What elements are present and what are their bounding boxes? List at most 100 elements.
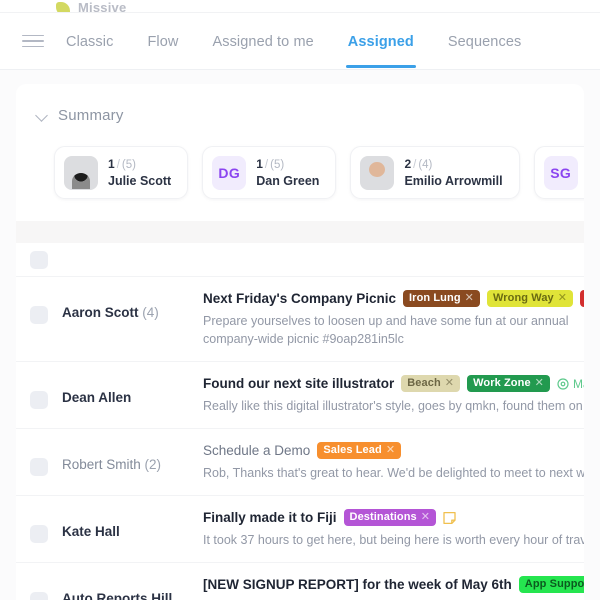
count-current: 1 xyxy=(256,157,263,171)
row-subject: Next Friday's Company Picnic xyxy=(203,290,397,306)
sender-name: Robert Smith xyxy=(62,457,141,472)
conversation-list: Aaron Scott (4) Next Friday's Company Pi… xyxy=(16,243,584,600)
row-checkbox[interactable] xyxy=(30,525,48,543)
count-total: (4) xyxy=(418,159,433,171)
tag-iron-lung[interactable]: Iron Lung ✕ xyxy=(403,290,480,307)
note-icon[interactable] xyxy=(443,511,456,525)
sender-name: Dean Allen xyxy=(62,390,132,405)
row-checkbox[interactable] xyxy=(30,592,48,600)
summary-card-list: 1/(5) Julie Scott DG 1/(5) Dan Green 2 /… xyxy=(16,128,584,221)
count-separator: / xyxy=(264,159,269,171)
table-row[interactable]: Dean Allen Found our next site illustrat… xyxy=(16,362,584,429)
summary-card-emilio-arrowmill[interactable]: 2/(4) Emilio Arrowmill xyxy=(350,146,520,199)
tag-label: App Support xyxy=(524,577,584,590)
row-checkbox[interactable] xyxy=(30,306,48,324)
tag-remove-icon[interactable]: ✕ xyxy=(535,377,544,389)
tag-beach[interactable]: Beach ✕ xyxy=(401,375,461,392)
summary-card-support-group[interactable]: SG 1/(3) Support Group xyxy=(533,146,584,199)
leaf-logo-icon xyxy=(56,2,70,12)
tag-remove-icon[interactable]: ✕ xyxy=(465,292,474,304)
table-row[interactable]: Aaron Scott (4) Next Friday's Company Pi… xyxy=(16,277,584,362)
row-sender: Aaron Scott (4) xyxy=(48,305,203,320)
subject-line: [NEW SIGNUP REPORT] for the week of May … xyxy=(203,575,584,594)
row-preview: Prepare yourselves to loosen up and have… xyxy=(203,314,569,346)
tab-assigned[interactable]: Assigned xyxy=(345,16,416,68)
list-header xyxy=(16,243,584,277)
row-body: Schedule a Demo Sales Lead ✕ Rob, Thanks … xyxy=(203,441,584,482)
tag-label: Destinations xyxy=(349,510,417,523)
tag-sales-lead[interactable]: Sales Lead ✕ xyxy=(317,442,402,459)
row-subject: Finally made it to Fiji xyxy=(203,509,337,525)
avatar xyxy=(360,155,395,190)
summary-title: Summary xyxy=(58,106,124,124)
count-current: 1 xyxy=(108,157,115,171)
tag-tomato[interactable]: Tomato✕ xyxy=(580,290,584,307)
row-subject: [NEW SIGNUP REPORT] for the week of May … xyxy=(203,576,512,592)
count-total: (5) xyxy=(270,159,285,171)
row-subject: Schedule a Demo xyxy=(203,442,311,458)
summary-card-dan-green[interactable]: DG 1/(5) Dan Green xyxy=(202,146,337,199)
brand-name: Missive xyxy=(78,0,127,12)
assignment-counts: 1/(5) xyxy=(108,158,171,172)
tag-remove-icon[interactable]: ✕ xyxy=(558,292,567,304)
count-current: 2 xyxy=(404,157,412,171)
row-body: Found our next site illustrator Beach ✕ W… xyxy=(203,374,584,415)
tab-classic[interactable]: Classic xyxy=(66,16,113,67)
section-divider xyxy=(16,221,584,243)
tag-label: Iron Lung xyxy=(409,291,461,304)
avatar xyxy=(64,155,98,190)
row-body: Next Friday's Company Picnic Iron Lung ✕ … xyxy=(203,289,584,348)
tag-label: Sales Lead xyxy=(323,443,382,456)
subject-line: Next Friday's Company Picnic Iron Lung ✕ … xyxy=(203,289,584,308)
chevron-down-icon[interactable] xyxy=(36,109,48,121)
sender-name: Aaron Scott xyxy=(62,305,139,320)
select-all-checkbox[interactable] xyxy=(30,250,48,269)
row-checkbox[interactable] xyxy=(30,458,48,476)
table-row[interactable]: Kate Hall Finally made it to Fiji Destin… xyxy=(16,496,584,563)
row-subject: Found our next site illustrator xyxy=(203,375,395,391)
row-sender: Auto Reports Hill xyxy=(48,591,203,600)
tab-sequences[interactable]: Sequences xyxy=(448,16,521,67)
table-row[interactable]: Auto Reports Hill [NEW SIGNUP REPORT] fo… xyxy=(16,563,584,600)
sender-name: Kate Hall xyxy=(62,524,120,539)
subject-line: Finally made it to Fiji Destinations ✕ xyxy=(203,508,584,527)
brand-header: Missive xyxy=(0,0,600,12)
summary-header[interactable]: Summary xyxy=(16,102,584,128)
tag-remove-icon[interactable]: ✕ xyxy=(445,377,454,389)
table-row[interactable]: Robert Smith (2) Schedule a Demo Sales L… xyxy=(16,429,584,496)
row-checkbox[interactable] xyxy=(30,391,48,409)
tab-flow[interactable]: Flow xyxy=(147,16,178,67)
subject-line: Found our next site illustrator Beach ✕ W… xyxy=(203,374,584,393)
row-body: Finally made it to Fiji Destinations ✕ It… xyxy=(203,508,584,549)
app-window: Missive Classic Flow Assigned to me Assi… xyxy=(0,0,600,600)
tag-work-zone[interactable]: Work Zone ✕ xyxy=(467,375,550,392)
tag-label: Work Zone xyxy=(473,376,531,389)
tag-wrong-way[interactable]: Wrong Way ✕ xyxy=(486,290,574,307)
row-sender: Dean Allen xyxy=(48,390,203,405)
assignee-name: Dan Green xyxy=(256,173,320,188)
row-sender: Kate Hall xyxy=(48,524,203,539)
tab-assigned-to-me[interactable]: Assigned to me xyxy=(212,16,313,67)
tag-destinations[interactable]: Destinations ✕ xyxy=(343,509,437,526)
snooze-date: Mar. 21st xyxy=(573,376,584,391)
tag-remove-icon[interactable]: ✕ xyxy=(421,511,430,523)
row-body: [NEW SIGNUP REPORT] for the week of May … xyxy=(203,575,584,600)
row-preview: Rob, Thanks that's great to hear. We'd b… xyxy=(203,466,584,480)
assignment-counts: 2/(4) xyxy=(404,158,502,172)
count-total: (5) xyxy=(121,159,136,171)
message-count: (2) xyxy=(144,457,162,472)
summary-card-julie-scott[interactable]: 1/(5) Julie Scott xyxy=(54,146,189,199)
summary-panel: Summary 1/(5) Julie Scott DG 1/(5) Dan G… xyxy=(16,84,584,221)
tag-app-support[interactable]: App Support✕ xyxy=(518,576,584,593)
hamburger-menu-icon[interactable] xyxy=(22,30,44,52)
count-separator: / xyxy=(116,159,120,171)
assignee-name: Emilio Arrowmill xyxy=(404,173,503,188)
snooze-indicator[interactable]: Mar. 21st xyxy=(557,375,584,393)
assignment-counts: 1/(5) xyxy=(256,158,319,172)
tag-remove-icon[interactable]: ✕ xyxy=(386,444,395,456)
tag-label: Wrong Way xyxy=(492,291,554,304)
tab-bar: Classic Flow Assigned to me Assigned Seq… xyxy=(0,12,600,70)
count-separator: / xyxy=(413,159,417,171)
row-preview: Really like this digital illustrator's s… xyxy=(203,399,584,413)
tag-label: Beach xyxy=(407,376,441,389)
